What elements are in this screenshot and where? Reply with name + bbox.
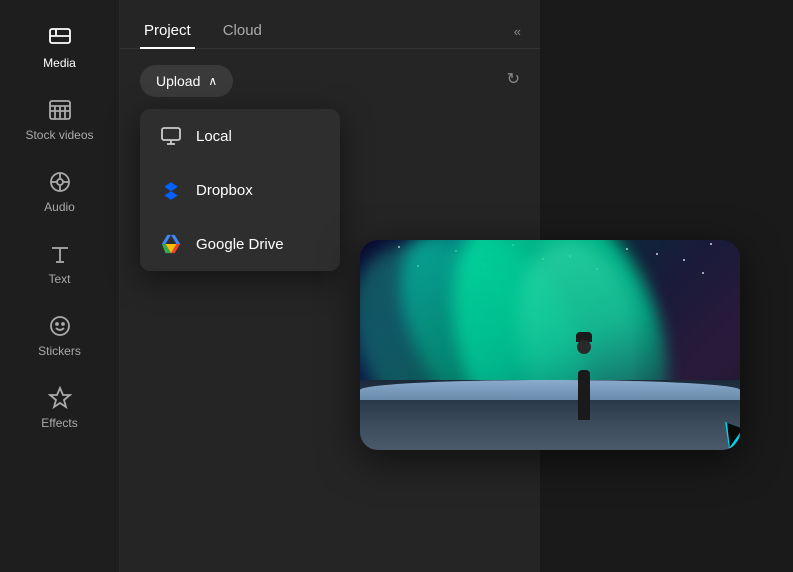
sidebar-item-label: Text bbox=[48, 272, 70, 286]
sidebar-item-audio[interactable]: Audio bbox=[6, 156, 113, 224]
effects-icon bbox=[48, 386, 72, 410]
upload-label: Upload bbox=[156, 73, 200, 89]
ground-layer bbox=[360, 380, 740, 450]
sidebar-item-label: Effects bbox=[41, 416, 77, 430]
sidebar-item-media[interactable]: Media bbox=[6, 12, 113, 80]
monitor-icon bbox=[160, 125, 182, 147]
sidebar-item-stickers[interactable]: Stickers bbox=[6, 300, 113, 368]
local-upload-item[interactable]: Local bbox=[140, 109, 340, 163]
upload-section: Upload ∧ ↻ Local bbox=[120, 49, 540, 113]
cursor-arrow bbox=[720, 425, 740, 450]
sidebar-item-label: Audio bbox=[44, 200, 75, 214]
figure bbox=[569, 340, 599, 420]
text-icon bbox=[48, 242, 72, 266]
local-label: Local bbox=[196, 128, 232, 145]
upload-button[interactable]: Upload ∧ bbox=[140, 65, 233, 97]
audio-icon bbox=[48, 170, 72, 194]
sidebar-item-text[interactable]: Text bbox=[6, 228, 113, 296]
stickers-icon bbox=[48, 314, 72, 338]
sidebar-item-label: Media bbox=[43, 56, 76, 70]
google-drive-icon bbox=[160, 233, 182, 255]
sidebar-item-effects[interactable]: Effects bbox=[6, 372, 113, 440]
tab-bar: Project Cloud « bbox=[120, 0, 540, 49]
sidebar-item-label: Stickers bbox=[38, 344, 81, 358]
dropbox-upload-item[interactable]: Dropbox bbox=[140, 163, 340, 217]
photo-image bbox=[360, 240, 740, 450]
sidebar-item-stock-videos[interactable]: Stock videos bbox=[6, 84, 113, 152]
sidebar: Media Stock videos Aud bbox=[0, 0, 120, 572]
upload-dropdown: Local Dropbox bbox=[140, 109, 340, 271]
gdrive-label: Google Drive bbox=[196, 236, 284, 253]
dropbox-icon bbox=[160, 179, 182, 201]
dropbox-label: Dropbox bbox=[196, 182, 253, 199]
media-icon bbox=[48, 26, 72, 50]
gdrive-upload-item[interactable]: Google Drive bbox=[140, 217, 340, 271]
stock-videos-icon bbox=[48, 98, 72, 122]
refresh-button[interactable]: ↻ bbox=[507, 69, 520, 89]
sidebar-item-label: Stock videos bbox=[25, 128, 93, 142]
chevron-up-icon: ∧ bbox=[208, 74, 217, 88]
tab-cloud[interactable]: Cloud bbox=[219, 14, 266, 49]
collapse-button[interactable]: « bbox=[514, 24, 520, 39]
tab-project[interactable]: Project bbox=[140, 14, 195, 49]
photo-preview bbox=[360, 240, 740, 450]
